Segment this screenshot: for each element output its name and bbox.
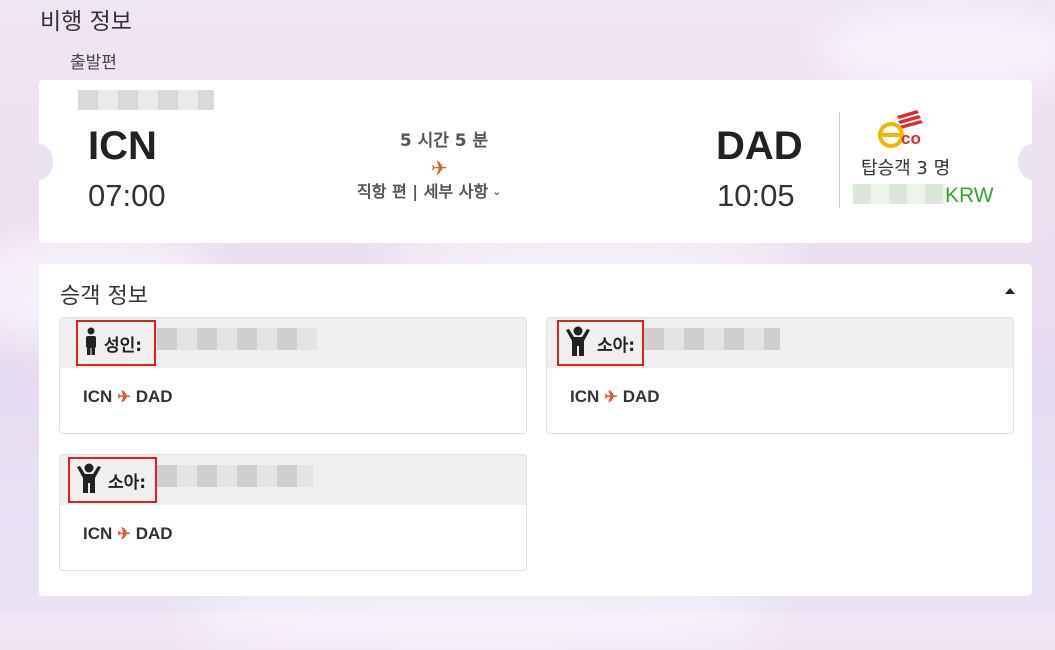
route-destination: DAD xyxy=(135,387,173,406)
background-cloud xyxy=(180,590,780,650)
arrival-time: 10:05 xyxy=(717,178,795,213)
route-origin: ICN xyxy=(83,524,113,543)
flight-details-label: 직항 편 | 세부 사항 xyxy=(357,182,489,201)
passenger-type-label: 성인: xyxy=(104,335,143,356)
passenger-name-redacted xyxy=(157,465,313,487)
flight-details-toggle[interactable]: 직항 편 | 세부 사항 ⌄ xyxy=(357,178,501,202)
eco-fare-logo: co xyxy=(877,110,937,154)
ticket-notch-left xyxy=(25,144,53,180)
passenger-type-label: 소아: xyxy=(597,335,636,356)
passenger-route: ICN ✈ DAD xyxy=(570,387,660,407)
passenger-card: 소아: ICN ✈ DAD xyxy=(59,454,527,571)
flight-number-redacted xyxy=(78,90,214,110)
departure-time: 07:00 xyxy=(88,178,166,213)
passenger-name-redacted xyxy=(157,328,317,350)
chevron-down-icon: ⌄ xyxy=(492,185,502,198)
passenger-route: ICN ✈ DAD xyxy=(83,524,173,544)
leg-title: 출발편 xyxy=(70,53,117,73)
route-destination: DAD xyxy=(622,387,660,406)
passenger-card: 성인: ICN ✈ DAD xyxy=(59,317,527,434)
airplane-icon: ✈ xyxy=(604,389,618,406)
background-cloud xyxy=(820,10,1055,90)
passenger-card-header: 소아: xyxy=(60,455,526,505)
child-person-icon xyxy=(76,463,102,497)
passenger-info-panel: 승객 정보 성인: ICN ✈ DAD 소아: ICN ✈ DAD 소아: IC… xyxy=(39,264,1032,596)
airplane-icon: ✈ xyxy=(117,526,131,543)
passenger-type-label-box: 소아: xyxy=(68,457,157,503)
origin-code: ICN xyxy=(88,124,157,168)
price-redacted xyxy=(853,184,945,204)
child-person-icon xyxy=(565,326,591,360)
passenger-card-header: 소아: xyxy=(547,318,1013,368)
flight-duration: 5 시간 5 분 xyxy=(399,131,489,151)
airplane-icon: ✈ xyxy=(431,156,448,180)
price-currency: KRW xyxy=(945,184,994,207)
passenger-type-label-box: 소아: xyxy=(557,320,644,366)
section-title: 비행 정보 xyxy=(40,9,132,35)
collapse-arrow-icon[interactable] xyxy=(1005,288,1015,294)
route-origin: ICN xyxy=(83,387,113,406)
ticket-notch-right xyxy=(1018,144,1046,180)
passenger-card-header: 성인: xyxy=(60,318,526,368)
passenger-name-redacted xyxy=(644,328,780,350)
passenger-type-label: 소아: xyxy=(108,472,147,493)
destination-code: DAD xyxy=(716,124,803,168)
route-origin: ICN xyxy=(570,387,600,406)
airplane-icon: ✈ xyxy=(117,389,131,406)
passenger-type-label-box: 성인: xyxy=(76,320,156,366)
route-destination: DAD xyxy=(135,524,173,543)
flight-summary-card: ICN 07:00 5 시간 5 분 ✈ 직항 편 | 세부 사항 ⌄ DAD 1… xyxy=(25,80,1046,243)
passenger-card: 소아: ICN ✈ DAD xyxy=(546,317,1014,434)
passenger-count: 탑승객 3 명 xyxy=(861,158,951,179)
panel-title: 승객 정보 xyxy=(60,284,148,309)
vertical-divider xyxy=(839,112,840,208)
svg-text:co: co xyxy=(901,129,921,148)
adult-person-icon xyxy=(84,327,98,359)
passenger-route: ICN ✈ DAD xyxy=(83,387,173,407)
